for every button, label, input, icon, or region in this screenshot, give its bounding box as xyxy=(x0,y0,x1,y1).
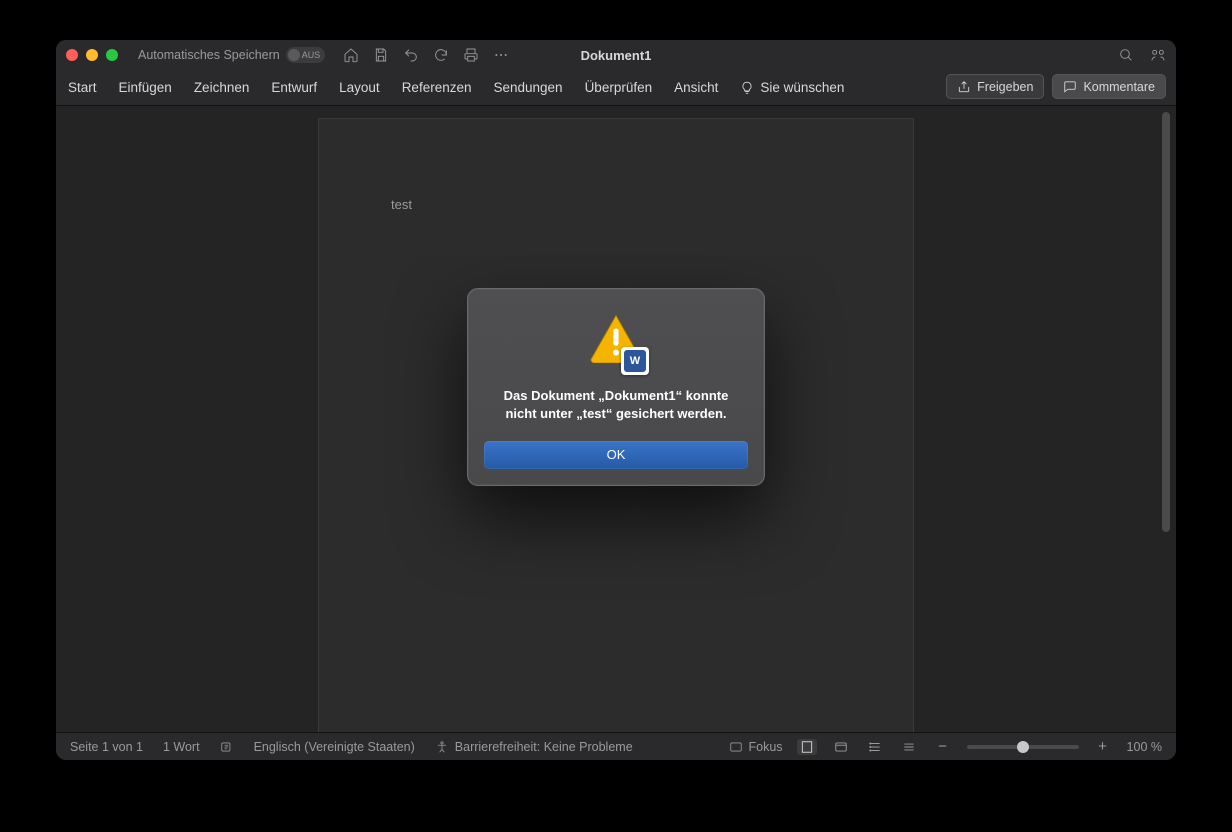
zoom-slider[interactable] xyxy=(967,745,1079,749)
quick-access-toolbar xyxy=(343,47,509,63)
tell-me-label: Sie wünschen xyxy=(760,80,844,95)
status-bar: Seite 1 von 1 1 Wort Englisch (Vereinigt… xyxy=(56,732,1176,760)
tab-view[interactable]: Ansicht xyxy=(674,80,718,95)
word-app-badge-icon: W xyxy=(621,347,649,375)
status-accessibility[interactable]: Barrierefreiheit: Keine Probleme xyxy=(435,740,633,754)
save-error-dialog: W Das Dokument „Dokument1“ konnte nicht … xyxy=(467,288,765,485)
comment-icon xyxy=(1063,80,1077,94)
focus-icon xyxy=(729,740,743,754)
dialog-backdrop: W Das Dokument „Dokument1“ konnte nicht … xyxy=(56,106,1176,732)
zoom-slider-knob[interactable] xyxy=(1017,741,1029,753)
more-icon[interactable] xyxy=(493,47,509,63)
share-button-label: Freigeben xyxy=(977,80,1033,94)
status-right-group: Fokus − + 100 % xyxy=(729,739,1163,755)
status-proofing-icon[interactable] xyxy=(220,740,234,754)
ribbon-right-group: Freigeben Kommentare xyxy=(946,74,1166,99)
status-language[interactable]: Englisch (Vereinigte Staaten) xyxy=(254,740,415,754)
accessibility-icon xyxy=(435,740,449,754)
window-traffic-lights xyxy=(66,49,118,61)
dialog-message: Das Dokument „Dokument1“ konnte nicht un… xyxy=(484,387,748,440)
close-window-button[interactable] xyxy=(66,49,78,61)
focus-label: Fokus xyxy=(749,740,783,754)
search-icon[interactable] xyxy=(1118,47,1134,63)
tab-insert[interactable]: Einfügen xyxy=(119,80,172,95)
zoom-out-button[interactable]: − xyxy=(933,739,953,755)
autosave-dot-icon xyxy=(288,49,300,61)
tell-me-search[interactable]: Sie wünschen xyxy=(740,80,844,95)
autosave-state: AUS xyxy=(302,50,321,60)
tab-draw[interactable]: Zeichnen xyxy=(194,80,250,95)
undo-icon[interactable] xyxy=(403,47,419,63)
tab-review[interactable]: Überprüfen xyxy=(585,80,653,95)
tab-references[interactable]: Referenzen xyxy=(402,80,472,95)
title-bar: Automatisches Speichern AUS xyxy=(56,40,1176,70)
print-icon[interactable] xyxy=(463,47,479,63)
view-outline-button[interactable] xyxy=(865,739,885,755)
tab-start[interactable]: Start xyxy=(68,80,97,95)
focus-mode-button[interactable]: Fokus xyxy=(729,740,783,754)
comments-button-label: Kommentare xyxy=(1083,80,1155,94)
status-word-count[interactable]: 1 Wort xyxy=(163,740,200,754)
share-button[interactable]: Freigeben xyxy=(946,74,1044,99)
dialog-ok-button[interactable]: OK xyxy=(484,441,748,469)
comments-button[interactable]: Kommentare xyxy=(1052,74,1166,99)
tab-design[interactable]: Entwurf xyxy=(271,80,317,95)
ribbon-tabs: Start Einfügen Zeichnen Entwurf Layout R… xyxy=(56,70,1176,106)
redo-icon[interactable] xyxy=(433,47,449,63)
tab-mailings[interactable]: Sendungen xyxy=(493,80,562,95)
app-window: Automatisches Speichern AUS xyxy=(56,40,1176,760)
home-icon[interactable] xyxy=(343,47,359,63)
minimize-window-button[interactable] xyxy=(86,49,98,61)
save-icon[interactable] xyxy=(373,47,389,63)
dialog-icon-stack: W xyxy=(585,313,647,371)
lightbulb-icon xyxy=(740,81,754,95)
status-page-info[interactable]: Seite 1 von 1 xyxy=(70,740,143,754)
view-draft-button[interactable] xyxy=(899,739,919,755)
zoom-in-button[interactable]: + xyxy=(1093,739,1113,755)
zoom-level-label[interactable]: 100 % xyxy=(1127,740,1162,754)
autosave-text: Automatisches Speichern xyxy=(138,48,280,62)
view-print-layout-button[interactable] xyxy=(797,739,817,755)
share-cloud-icon[interactable] xyxy=(1150,47,1166,63)
autosave-label: Automatisches Speichern AUS xyxy=(138,47,325,63)
document-canvas: test W Das Dokument „Dokument1“ konnte xyxy=(56,106,1176,732)
zoom-window-button[interactable] xyxy=(106,49,118,61)
tab-layout[interactable]: Layout xyxy=(339,80,380,95)
autosave-toggle[interactable]: AUS xyxy=(286,47,326,63)
status-accessibility-label: Barrierefreiheit: Keine Probleme xyxy=(455,740,633,754)
share-icon xyxy=(957,80,971,94)
view-web-layout-button[interactable] xyxy=(831,739,851,755)
